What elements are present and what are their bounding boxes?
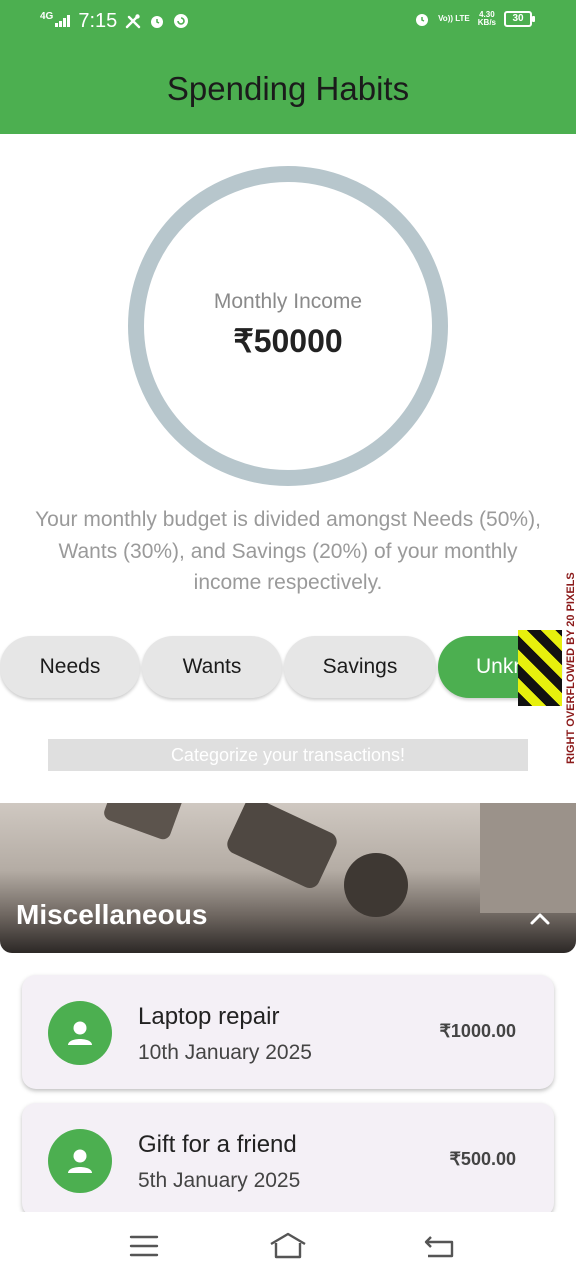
chevron-up-icon[interactable] [528,907,552,931]
income-value: ₹50000 [233,323,343,359]
alarm-icon-right [416,14,429,26]
status-time: 7:15 [78,10,118,32]
section-header[interactable]: Miscellaneous [0,803,576,953]
network-type: 4G [40,11,54,22]
menu-icon[interactable] [124,1230,164,1262]
sync-icon [174,14,189,28]
chip-needs[interactable]: Needs [0,636,140,698]
transaction-date: 5th January 2025 [138,1169,301,1192]
transaction-amount: ₹500.00 [449,1149,516,1169]
transaction-amount: ₹1000.00 [439,1021,516,1041]
status-bar: 4G 7:15 Vo)) LTE 4.30 KB/s 30 [0,0,576,44]
categorize-prompt[interactable]: Categorize your transactions! [48,739,528,771]
signal-icon [55,15,71,27]
back-icon[interactable] [420,1230,460,1262]
overflow-stripes [518,630,562,706]
person-icon [68,1021,92,1045]
tools-icon [126,14,141,29]
budget-description: Your monthly budget is divided amongst N… [35,508,541,594]
transaction-card[interactable]: Laptop repair 10th January 2025 ₹1000.00 [22,975,554,1089]
chip-savings[interactable]: Savings [284,636,436,698]
transaction-name: Gift for a friend [138,1131,297,1158]
category-chips: Needs Wants Savings Unknown [0,636,576,702]
app-bar: Spending Habits [0,44,576,134]
income-label: Monthly Income [213,290,363,313]
overflow-warning: RIGHT OVERFLOWED BY 20 PIXELS [565,572,576,764]
transaction-date: 10th January 2025 [138,1041,312,1064]
home-icon[interactable] [268,1230,308,1262]
transaction-card[interactable]: Gift for a friend 5th January 2025 ₹500.… [22,1103,554,1217]
person-icon [68,1149,92,1173]
page-title: Spending Habits [166,70,410,107]
avatar [48,1129,112,1193]
avatar [48,1001,112,1065]
transaction-name: Laptop repair [138,1003,280,1030]
network-speed: 4.30 KB/s [477,10,496,27]
section-title: Miscellaneous [16,899,208,930]
chip-wants[interactable]: Wants [142,636,282,698]
battery-icon: 30 [504,11,535,27]
alarm-icon [151,16,164,28]
volte-indicator: Vo)) LTE [438,14,470,23]
system-nav-bar [0,1212,576,1280]
